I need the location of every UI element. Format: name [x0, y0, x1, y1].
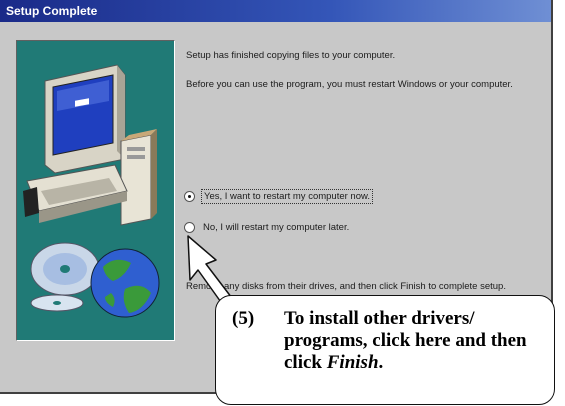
- restart-now-label[interactable]: Yes, I want to restart my computer now.: [201, 189, 373, 204]
- window-title: Setup Complete: [0, 0, 551, 22]
- restart-now-radio[interactable]: [184, 191, 195, 202]
- restart-now-option[interactable]: Yes, I want to restart my computer now.: [184, 189, 373, 204]
- instruction-callout: (5) To install other drivers/ programs, …: [215, 295, 555, 405]
- callout-period: .: [378, 352, 384, 373]
- callout-step-number: (5): [232, 308, 255, 329]
- setup-finished-text: Setup has finished copying files to your…: [186, 50, 396, 61]
- callout-main-text: To install other drivers/ programs, clic…: [284, 308, 527, 373]
- cd-disc-icon: [30, 242, 100, 312]
- restart-required-text: Before you can use the program, you must…: [186, 79, 513, 90]
- callout-text: To install other drivers/ programs, clic…: [284, 308, 549, 374]
- callout-finish-text: Finish: [326, 352, 379, 373]
- computer-illustration: [23, 64, 160, 318]
- illustration-panel: [16, 40, 175, 341]
